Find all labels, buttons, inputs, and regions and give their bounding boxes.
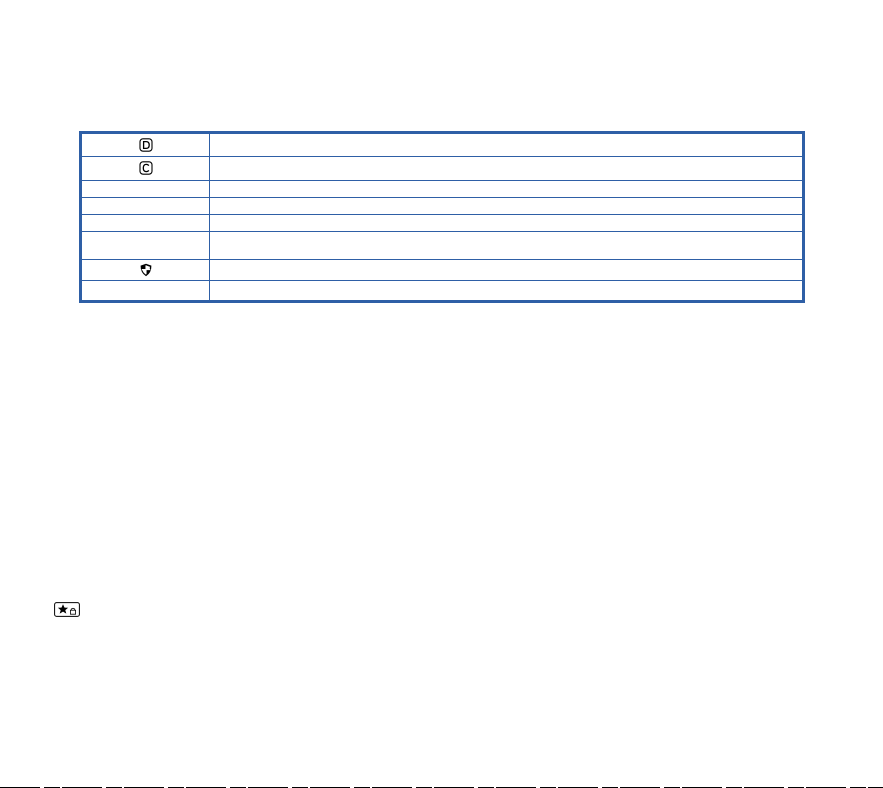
table-row: [81, 279, 803, 302]
icon-cell: [81, 259, 210, 281]
table-row: [81, 196, 803, 215]
description-cell: [209, 196, 803, 215]
description-cell: [209, 156, 803, 181]
icon-cell: [81, 132, 210, 158]
icon-cell: [81, 213, 210, 233]
star-badge-icon: [54, 602, 80, 617]
icon-cell: [81, 231, 210, 261]
table-row: [81, 156, 803, 181]
description-cell: [209, 179, 803, 198]
description-cell: [209, 259, 803, 281]
icon-cell: [81, 179, 210, 198]
icon-cell: [81, 196, 210, 215]
icon-cell: [81, 156, 210, 181]
table-row: [81, 259, 803, 281]
description-cell: [209, 231, 803, 261]
legend-table: [79, 131, 805, 303]
d-letter-icon: [138, 138, 153, 152]
shield-icon: [139, 263, 153, 277]
description-cell: [209, 279, 803, 302]
table-row: [81, 179, 803, 198]
icon-cell: [81, 279, 210, 302]
c-letter-icon: [138, 161, 153, 176]
description-cell: [209, 132, 803, 158]
description-cell: [209, 213, 803, 233]
table-row: [81, 213, 803, 233]
table-row: [81, 231, 803, 261]
table-row: [81, 132, 803, 158]
